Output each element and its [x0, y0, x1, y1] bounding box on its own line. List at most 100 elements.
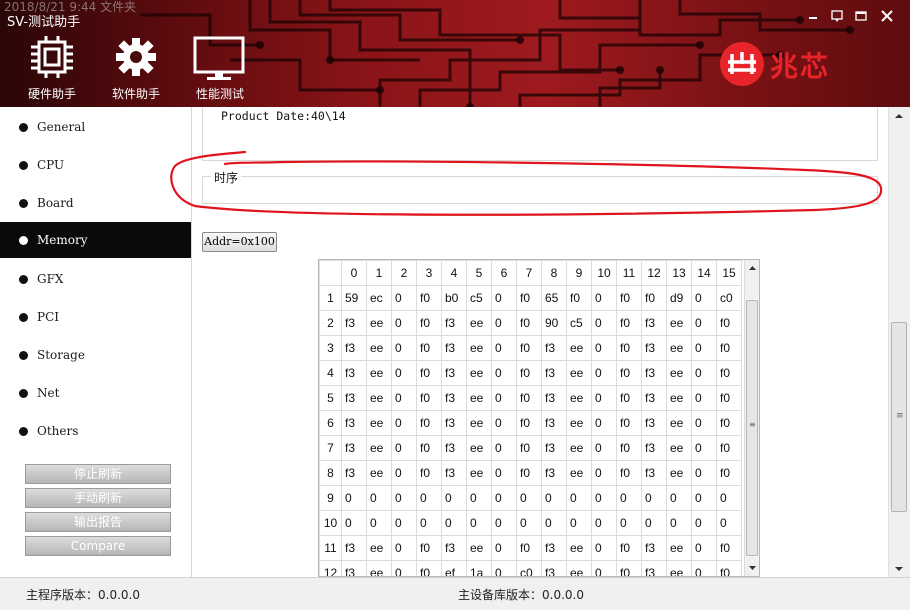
hex-cell[interactable]: ee	[466, 435, 492, 461]
hex-cell[interactable]: f3	[541, 335, 567, 361]
hex-cell[interactable]: f0	[516, 410, 542, 436]
hex-cell[interactable]: 0	[591, 510, 617, 536]
hex-cell[interactable]: f0	[516, 385, 542, 411]
hex-cell[interactable]: 0	[441, 485, 467, 511]
hex-cell[interactable]: f3	[341, 560, 367, 576]
hex-cell[interactable]: f0	[616, 435, 642, 461]
hex-cell[interactable]: ee	[666, 360, 692, 386]
toolbar-performance[interactable]: 性能测试	[180, 36, 260, 106]
hex-cell[interactable]: f0	[416, 460, 442, 486]
hex-cell[interactable]: 0	[341, 510, 367, 536]
sidebar-item-general[interactable]: General	[0, 109, 191, 145]
menu-icon[interactable]	[827, 8, 847, 24]
hex-cell[interactable]: 0	[666, 485, 692, 511]
hex-cell[interactable]: 0	[616, 485, 642, 511]
hex-cell[interactable]: f0	[566, 285, 592, 311]
hex-cell[interactable]: ee	[366, 335, 392, 361]
hex-cell[interactable]: f3	[641, 560, 667, 576]
hex-cell[interactable]: f3	[641, 360, 667, 386]
hex-cell[interactable]: f3	[441, 535, 467, 561]
hex-cell[interactable]: ee	[366, 560, 392, 576]
hex-cell[interactable]: f0	[716, 410, 742, 436]
hex-cell[interactable]: ee	[566, 360, 592, 386]
sidebar-item-pci[interactable]: PCI	[0, 299, 191, 335]
grid-scroll-thumb[interactable]: ≡	[746, 300, 758, 556]
hex-cell[interactable]: f3	[341, 435, 367, 461]
sidebar-item-gfx[interactable]: GFX	[0, 261, 191, 297]
hex-cell[interactable]: ee	[366, 435, 392, 461]
hex-cell[interactable]: f0	[416, 560, 442, 576]
hex-cell[interactable]: f0	[516, 335, 542, 361]
hex-cell[interactable]: ee	[666, 335, 692, 361]
hex-cell[interactable]: ee	[666, 460, 692, 486]
hex-cell[interactable]: f0	[616, 360, 642, 386]
hex-cell[interactable]: 0	[491, 560, 517, 576]
hex-cell[interactable]: 0	[541, 485, 567, 511]
hex-cell[interactable]: 0	[366, 510, 392, 536]
hex-cell[interactable]: f3	[541, 535, 567, 561]
hex-cell[interactable]: 0	[516, 485, 542, 511]
hex-cell[interactable]: f0	[716, 435, 742, 461]
hex-cell[interactable]: 0	[491, 435, 517, 461]
hex-cell[interactable]: c5	[566, 310, 592, 336]
hex-cell[interactable]: 0	[391, 485, 417, 511]
hex-cell[interactable]: f0	[616, 560, 642, 576]
sidebar-item-net[interactable]: Net	[0, 375, 191, 411]
hex-cell[interactable]: ee	[366, 460, 392, 486]
hex-cell[interactable]: ee	[666, 410, 692, 436]
stop-refresh-button[interactable]: 停止刷新	[25, 464, 171, 484]
hex-cell[interactable]: 0	[616, 510, 642, 536]
hex-cell[interactable]: 0	[341, 485, 367, 511]
hex-cell[interactable]: f0	[616, 310, 642, 336]
hex-cell[interactable]: f0	[616, 460, 642, 486]
hex-cell[interactable]: f0	[716, 385, 742, 411]
addr-button[interactable]: Addr=0x100	[202, 232, 277, 252]
sidebar-item-memory[interactable]: Memory	[0, 222, 191, 258]
hex-cell[interactable]: f0	[416, 435, 442, 461]
toolbar-software[interactable]: 软件助手	[96, 36, 176, 106]
hex-cell[interactable]: f0	[416, 410, 442, 436]
hex-cell[interactable]: 0	[591, 360, 617, 386]
hex-cell[interactable]: f0	[716, 560, 742, 576]
hex-cell[interactable]: ee	[466, 360, 492, 386]
hex-cell[interactable]: 0	[591, 285, 617, 311]
hex-cell[interactable]: f0	[616, 535, 642, 561]
hex-cell[interactable]: f0	[516, 460, 542, 486]
scroll-down-icon[interactable]	[746, 562, 759, 574]
hex-cell[interactable]: 0	[566, 485, 592, 511]
hex-cell[interactable]: 0	[666, 510, 692, 536]
hex-cell[interactable]: 0	[691, 285, 717, 311]
hex-cell[interactable]: f3	[441, 410, 467, 436]
hex-cell[interactable]: f0	[616, 285, 642, 311]
hex-cell[interactable]: 0	[491, 335, 517, 361]
hex-cell[interactable]: ee	[666, 385, 692, 411]
hex-cell[interactable]: f3	[541, 560, 567, 576]
hex-cell[interactable]: 0	[391, 410, 417, 436]
hex-cell[interactable]: ee	[566, 385, 592, 411]
hex-cell[interactable]: f3	[541, 460, 567, 486]
hex-cell[interactable]: f3	[641, 335, 667, 361]
hex-cell[interactable]: 0	[566, 510, 592, 536]
hex-cell[interactable]: 0	[691, 435, 717, 461]
hex-cell[interactable]: c0	[516, 560, 542, 576]
hex-cell[interactable]: 0	[716, 510, 742, 536]
hex-cell[interactable]: f0	[716, 460, 742, 486]
scroll-up-icon[interactable]	[889, 109, 909, 123]
hex-cell[interactable]: 0	[591, 335, 617, 361]
hex-cell[interactable]: ee	[566, 460, 592, 486]
hex-cell[interactable]: 0	[391, 435, 417, 461]
hex-cell[interactable]: 0	[591, 485, 617, 511]
hex-cell[interactable]: ee	[566, 335, 592, 361]
hex-cell[interactable]: ee	[366, 410, 392, 436]
hex-cell[interactable]: ee	[466, 460, 492, 486]
hex-cell[interactable]: f0	[616, 335, 642, 361]
hex-cell[interactable]: d9	[666, 285, 692, 311]
hex-cell[interactable]: 0	[591, 385, 617, 411]
hex-cell[interactable]: 0	[366, 485, 392, 511]
hex-cell[interactable]: c0	[716, 285, 742, 311]
hex-cell[interactable]: 0	[416, 485, 442, 511]
hex-cell[interactable]: 0	[516, 510, 542, 536]
hex-cell[interactable]: f0	[516, 285, 542, 311]
hex-cell[interactable]: 0	[391, 460, 417, 486]
hex-cell[interactable]: 0	[441, 510, 467, 536]
